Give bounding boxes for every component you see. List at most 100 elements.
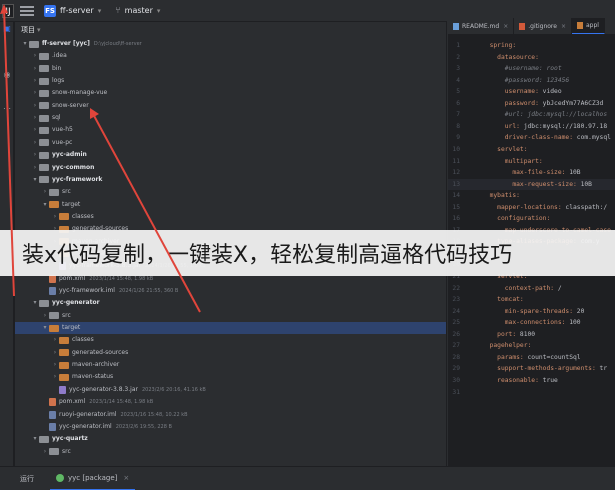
structure-tool-icon[interactable]: ⋮ bbox=[2, 86, 12, 96]
tree-folder-row[interactable]: ▾ yyc-generator bbox=[15, 297, 446, 309]
tree-folder-row[interactable]: › generated-sources bbox=[15, 347, 446, 359]
tree-folder-row[interactable]: › .idea bbox=[15, 50, 446, 62]
project-tool-icon[interactable]: ▣ bbox=[2, 24, 12, 34]
tree-folder-row[interactable]: › yyc-common bbox=[15, 162, 446, 174]
chevron-right-icon[interactable]: › bbox=[51, 211, 59, 223]
chevron-right-icon[interactable]: › bbox=[31, 112, 39, 124]
chevron-right-icon[interactable]: › bbox=[51, 359, 59, 371]
tree-folder-row[interactable]: › src bbox=[15, 310, 446, 322]
tree-file-row[interactable]: pom.xml 2023/1/14 15:48, 1.98 kB bbox=[15, 396, 446, 408]
gutter bbox=[464, 202, 482, 213]
chevron-right-icon[interactable]: › bbox=[51, 347, 59, 359]
code-line[interactable]: 31 bbox=[448, 387, 615, 398]
code-line[interactable]: 11 multipart: bbox=[448, 156, 615, 167]
code-line[interactable]: 15 mapper-locations: classpath:/ bbox=[448, 202, 615, 213]
chevron-right-icon[interactable]: › bbox=[41, 446, 49, 458]
tree-folder-row[interactable]: › classes bbox=[15, 334, 446, 346]
gutter bbox=[464, 340, 482, 351]
tree-file-row[interactable]: ruoyi-generator.iml 2023/1/16 15:48, 10.2… bbox=[15, 409, 446, 421]
chevron-down-icon[interactable]: ▾ bbox=[31, 297, 39, 309]
tree-folder-row[interactable]: › logs bbox=[15, 75, 446, 87]
chevron-down-icon[interactable]: ▾ bbox=[31, 174, 39, 186]
code-line[interactable]: 16 configuration: bbox=[448, 213, 615, 224]
tree-folder-row[interactable]: ▾ target bbox=[15, 322, 446, 335]
code-line[interactable]: 12 max-file-size: 10B bbox=[448, 167, 615, 178]
more-tools-icon[interactable]: ⋯ bbox=[2, 104, 12, 114]
chevron-right-icon[interactable]: › bbox=[31, 63, 39, 75]
chevron-right-icon[interactable]: › bbox=[31, 87, 39, 99]
chevron-right-icon[interactable]: › bbox=[41, 186, 49, 198]
code-line[interactable]: 10 servlet: bbox=[448, 144, 615, 155]
code-line[interactable]: 30 reasonable: true bbox=[448, 375, 615, 386]
code-line[interactable]: 1 spring: bbox=[448, 40, 615, 51]
code-line[interactable]: 9 driver-class-name: com.mysql bbox=[448, 132, 615, 143]
chevron-down-icon[interactable]: ▾ bbox=[41, 322, 49, 334]
panel-header[interactable]: 项目 ▾ bbox=[15, 22, 446, 38]
tree-folder-row[interactable]: ▾ ff-server [yyc] D:\yjcloud\ff-server bbox=[15, 38, 446, 50]
tree-folder-row[interactable]: › snow-server bbox=[15, 100, 446, 112]
close-icon[interactable]: × bbox=[123, 474, 129, 482]
code-line[interactable]: 27 pagehelper: bbox=[448, 340, 615, 351]
code-line[interactable]: 4 #password: 123456 bbox=[448, 75, 615, 86]
code-line[interactable]: 23 tomcat: bbox=[448, 294, 615, 305]
commit-tool-icon[interactable]: ◉ bbox=[2, 70, 12, 80]
tree-folder-row[interactable]: › sql bbox=[15, 112, 446, 124]
app-logo-icon[interactable]: IJ bbox=[2, 3, 14, 18]
chevron-right-icon[interactable]: › bbox=[31, 124, 39, 136]
editor-tab[interactable]: .gitignore × bbox=[514, 18, 572, 34]
tree-folder-row[interactable]: ▾ target bbox=[15, 199, 446, 211]
tree-folder-row[interactable]: › yyc-admin bbox=[15, 149, 446, 161]
code-token: port: bbox=[482, 330, 520, 338]
tree-folder-row[interactable]: ▾ yyc-quartz bbox=[15, 433, 446, 445]
code-line[interactable]: 7 #url: jdbc:mysql://localhos bbox=[448, 109, 615, 120]
code-line[interactable]: 13 max-request-size: 10B bbox=[448, 178, 615, 190]
chevron-right-icon[interactable]: › bbox=[31, 100, 39, 112]
editor-tab[interactable]: appl bbox=[572, 18, 605, 34]
chevron-down-icon[interactable]: ▾ bbox=[21, 38, 29, 50]
main-menu-icon[interactable] bbox=[20, 5, 34, 16]
code-line[interactable]: 24 min-spare-threads: 20 bbox=[448, 306, 615, 317]
code-line[interactable]: 29 support-methods-arguments: tr bbox=[448, 363, 615, 374]
code-line[interactable]: 6 password: ybJcedYm77A6CZ3d bbox=[448, 98, 615, 109]
code-line[interactable]: 26 port: 8100 bbox=[448, 329, 615, 340]
chevron-right-icon[interactable]: › bbox=[51, 371, 59, 383]
code-line[interactable]: 14 mybatis: bbox=[448, 190, 615, 201]
code-line[interactable]: 22 context-path: / bbox=[448, 283, 615, 294]
tree-folder-row[interactable]: › vue-pc bbox=[15, 137, 446, 149]
code-line[interactable]: 2 datasource: bbox=[448, 52, 615, 63]
chevron-right-icon[interactable]: › bbox=[41, 310, 49, 322]
tree-folder-row[interactable]: › maven-archiver bbox=[15, 359, 446, 371]
tree-folder-row[interactable]: ▾ yyc-framework bbox=[15, 174, 446, 186]
tree-file-row[interactable]: yyc-generator.iml 2023/2/6 19:55, 228 B bbox=[15, 421, 446, 433]
chevron-right-icon[interactable]: › bbox=[31, 50, 39, 62]
tree-file-row[interactable]: yyc-generator-3.8.3.jar 2023/2/6 20:16, 4… bbox=[15, 384, 446, 396]
code-line[interactable]: 3 #username: root bbox=[448, 63, 615, 74]
tree-folder-row[interactable]: › vue-h5 bbox=[15, 124, 446, 136]
branch-switcher[interactable]: ⑂ master ▾ bbox=[115, 6, 160, 16]
chevron-right-icon[interactable]: › bbox=[31, 75, 39, 87]
editor-tab[interactable]: README.md × bbox=[448, 18, 515, 34]
close-icon[interactable]: × bbox=[503, 23, 508, 30]
tree-folder-row[interactable]: › bin bbox=[15, 63, 446, 75]
tree-folder-row[interactable]: › maven-status bbox=[15, 371, 446, 383]
close-icon[interactable]: × bbox=[561, 23, 566, 30]
code-line[interactable]: 5 username: video bbox=[448, 86, 615, 97]
code-token: classpath:/ bbox=[565, 203, 608, 211]
tree-folder-row[interactable]: › snow-manage-vue bbox=[15, 87, 446, 99]
tree-file-row[interactable]: yyc-framework.iml 2024/1/26 21:55, 360 B bbox=[15, 285, 446, 297]
tree-folder-row[interactable]: › classes bbox=[15, 211, 446, 223]
chevron-right-icon[interactable]: › bbox=[51, 334, 59, 346]
code-line[interactable]: 28 params: count=countSql bbox=[448, 352, 615, 363]
code-line[interactable]: 8 url: jdbc:mysql://180.97.18 bbox=[448, 121, 615, 132]
tree-folder-row[interactable]: › src bbox=[15, 186, 446, 198]
run-tab[interactable]: yyc [package] × bbox=[50, 467, 136, 490]
chevron-right-icon[interactable]: › bbox=[31, 137, 39, 149]
project-switcher[interactable]: FS ff-server ▾ bbox=[44, 4, 101, 17]
editor-tabs: README.md × .gitignore × appl bbox=[448, 18, 615, 34]
code-line[interactable]: 25 max-connections: 100 bbox=[448, 317, 615, 328]
chevron-down-icon[interactable]: ▾ bbox=[41, 199, 49, 211]
tree-folder-row[interactable]: › src bbox=[15, 446, 446, 458]
chevron-down-icon[interactable]: ▾ bbox=[31, 433, 39, 445]
chevron-right-icon[interactable]: › bbox=[31, 162, 39, 174]
chevron-right-icon[interactable]: › bbox=[31, 149, 39, 161]
